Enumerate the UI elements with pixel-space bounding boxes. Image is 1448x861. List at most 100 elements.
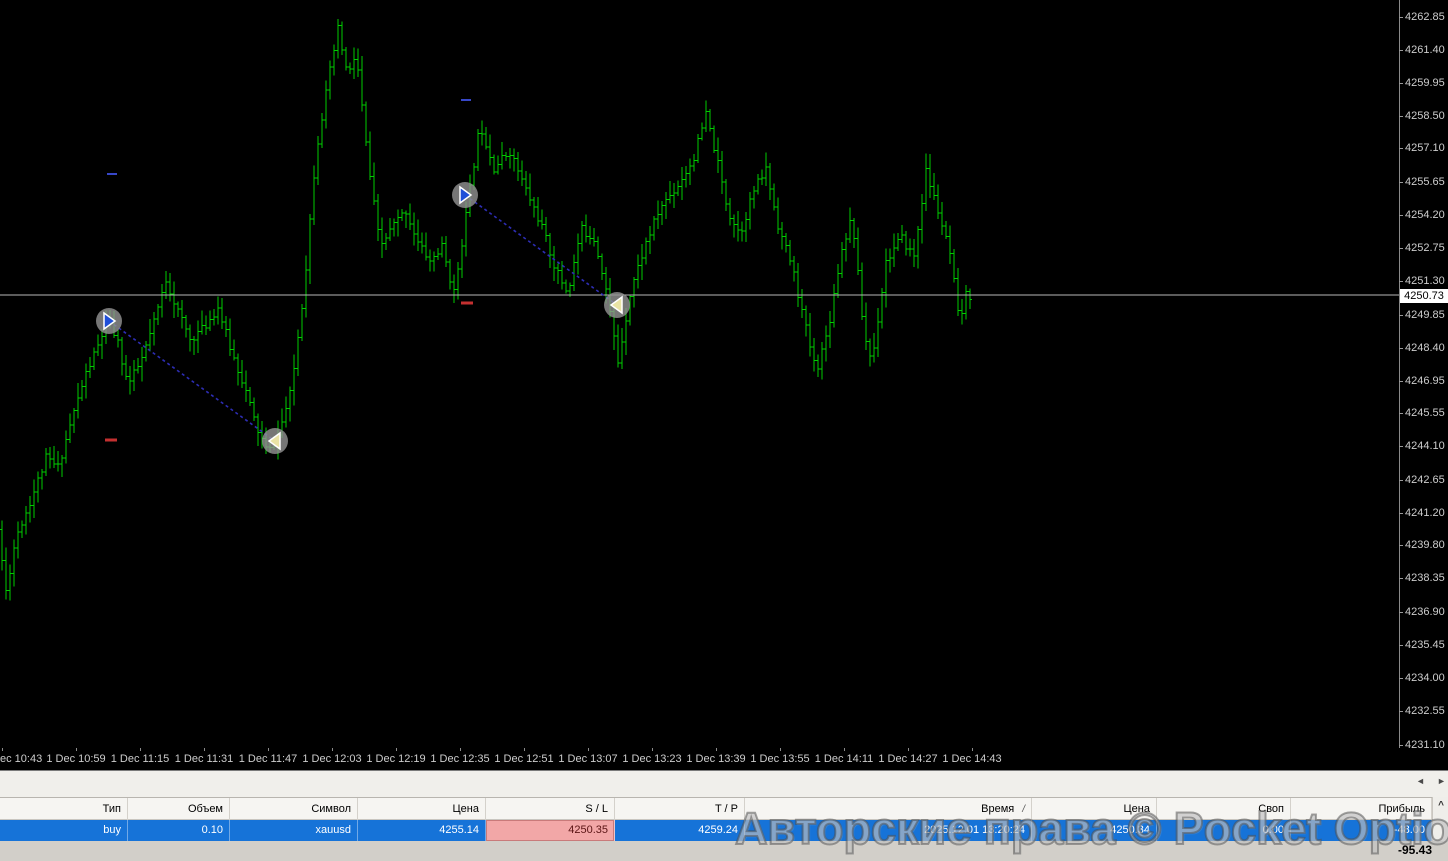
- time-axis-label: 1 Dec 13:39: [686, 753, 745, 765]
- time-axis-label: 1 Dec 14:11: [815, 753, 874, 765]
- price-tick-mark: [1399, 578, 1403, 579]
- cell-sl[interactable]: 4250.35: [486, 820, 615, 841]
- time-axis-label: 1 Dec 12:35: [430, 753, 489, 765]
- total-profit: -95.43: [1398, 843, 1432, 857]
- scroll-right-icon[interactable]: ►: [1437, 776, 1446, 786]
- time-tick-mark: [588, 748, 589, 751]
- column-header-swap[interactable]: Своп: [1157, 798, 1291, 820]
- scroll-left-icon[interactable]: ◄: [1416, 776, 1425, 786]
- time-axis-label: 1 Dec 13:55: [750, 753, 809, 765]
- cell-swap[interactable]: 0.00: [1157, 820, 1291, 841]
- time-tick-mark: [2, 748, 3, 751]
- time-axis[interactable]: ec 10:43 1 Dec 10:59 1 Dec 11:15 1 Dec 11:3…: [0, 748, 1448, 770]
- cell-type[interactable]: buy: [0, 820, 128, 841]
- column-header-volume[interactable]: Объем: [128, 798, 230, 820]
- price-tick-mark: [1399, 315, 1403, 316]
- price-axis-label: 4236.90: [1405, 606, 1445, 618]
- time-tick-mark: [908, 748, 909, 751]
- price-tick-mark: [1399, 480, 1403, 481]
- price-tick-mark: [1399, 446, 1403, 447]
- orders-table-header: ТипОбъемСимволЦенаS / LT / PВремя/ЦенаСв…: [0, 797, 1432, 820]
- cell-profit[interactable]: -48.00: [1291, 820, 1432, 841]
- column-header-time[interactable]: Время/: [745, 798, 1032, 820]
- time-axis-label: 1 Dec 11:31: [175, 753, 234, 765]
- time-tick-mark: [844, 748, 845, 751]
- price-axis-label: 4238.35: [1405, 572, 1445, 584]
- time-tick-mark: [140, 748, 141, 751]
- price-axis-label: 4258.50: [1405, 110, 1445, 122]
- sort-indicator-icon: /: [1022, 804, 1025, 815]
- chart-canvas[interactable]: [0, 0, 1448, 748]
- terminal-window: 4262.854261.404259.954258.504257.104255.…: [0, 0, 1448, 861]
- price-chart[interactable]: 4262.854261.404259.954258.504257.104255.…: [0, 0, 1448, 748]
- column-header-symbol[interactable]: Символ: [230, 798, 358, 820]
- price-axis-label: 4244.10: [1405, 440, 1445, 452]
- column-header-type[interactable]: Тип: [0, 798, 128, 820]
- cell-time[interactable]: 2025.12.01 13:20:24: [745, 820, 1032, 841]
- cell-tp[interactable]: 4259.24: [615, 820, 745, 841]
- price-axis-label: 4232.55: [1405, 705, 1445, 717]
- price-axis-label: 4241.20: [1405, 507, 1445, 519]
- price-tick-mark: [1399, 413, 1403, 414]
- order-row-selected[interactable]: buy0.10xauusd4255.144250.354259.242025.1…: [0, 820, 1432, 841]
- price-axis-label: 4251.30: [1405, 275, 1445, 287]
- price-tick-mark: [1399, 745, 1403, 746]
- stoploss-dash-icon: [105, 439, 117, 442]
- column-header-profit[interactable]: Прибыль: [1291, 798, 1432, 820]
- time-tick-mark: [716, 748, 717, 751]
- price-axis-line: [1399, 0, 1400, 748]
- cell-open_price[interactable]: 4255.14: [358, 820, 486, 841]
- price-tick-mark: [1399, 545, 1403, 546]
- time-tick-mark: [268, 748, 269, 751]
- time-tick-mark: [652, 748, 653, 751]
- price-tick-mark: [1399, 50, 1403, 51]
- time-axis-label: 1 Dec 11:47: [239, 753, 298, 765]
- column-header-sl[interactable]: S / L: [486, 798, 615, 820]
- price-tick-mark: [1399, 513, 1403, 514]
- time-tick-mark: [332, 748, 333, 751]
- time-axis-label: 1 Dec 13:23: [622, 753, 681, 765]
- cell-symbol[interactable]: xauusd: [230, 820, 358, 841]
- column-header-cur_price[interactable]: Цена: [1032, 798, 1157, 820]
- price-axis-label: 4246.95: [1405, 375, 1445, 387]
- price-axis-label: 4242.65: [1405, 474, 1445, 486]
- price-tick-mark: [1399, 281, 1403, 282]
- time-axis-label: 1 Dec 11:15: [111, 753, 170, 765]
- column-header-tp[interactable]: T / P: [615, 798, 745, 820]
- price-axis-label: 4239.80: [1405, 539, 1445, 551]
- time-tick-mark: [396, 748, 397, 751]
- cell-cur_price[interactable]: 4250.34: [1032, 820, 1157, 841]
- time-tick-mark: [76, 748, 77, 751]
- price-tick-mark: [1399, 711, 1403, 712]
- price-axis-label: 4252.75: [1405, 242, 1445, 254]
- table-vscrollbar[interactable]: ^: [1432, 797, 1448, 841]
- time-axis-label: 1 Dec 12:19: [366, 753, 425, 765]
- stoploss-dash-icon: [461, 302, 473, 305]
- collapse-panel-icon[interactable]: ^: [1435, 800, 1447, 814]
- trade-trend-line: [465, 195, 617, 305]
- price-tick-mark: [1399, 182, 1403, 183]
- price-tick-mark: [1399, 248, 1403, 249]
- cell-volume[interactable]: 0.10: [128, 820, 230, 841]
- column-header-open_price[interactable]: Цена: [358, 798, 486, 820]
- price-tick-mark: [1399, 148, 1403, 149]
- orders-panel: ТипОбъемСимволЦенаS / LT / PВремя/ЦенаСв…: [0, 797, 1448, 861]
- price-tick-mark: [1399, 116, 1403, 117]
- price-tick-mark: [1399, 381, 1403, 382]
- price-axis-label: 4234.00: [1405, 672, 1445, 684]
- price-tick-mark: [1399, 83, 1403, 84]
- time-tick-mark: [972, 748, 973, 751]
- price-axis-label: 4262.85: [1405, 11, 1445, 23]
- price-axis-label: 4259.95: [1405, 77, 1445, 89]
- price-tick-mark: [1399, 645, 1403, 646]
- time-axis-label: 1 Dec 10:59: [46, 753, 105, 765]
- time-tick-mark: [780, 748, 781, 751]
- price-tick-mark: [1399, 678, 1403, 679]
- time-tick-mark: [460, 748, 461, 751]
- chart-hscrollbar[interactable]: ◄ ►: [0, 770, 1448, 797]
- time-axis-label: ec 10:43: [0, 753, 42, 765]
- price-axis-label: 4261.40: [1405, 44, 1445, 56]
- price-axis-label: 4255.65: [1405, 176, 1445, 188]
- price-axis-label: 4235.45: [1405, 639, 1445, 651]
- time-axis-label: 1 Dec 13:07: [558, 753, 617, 765]
